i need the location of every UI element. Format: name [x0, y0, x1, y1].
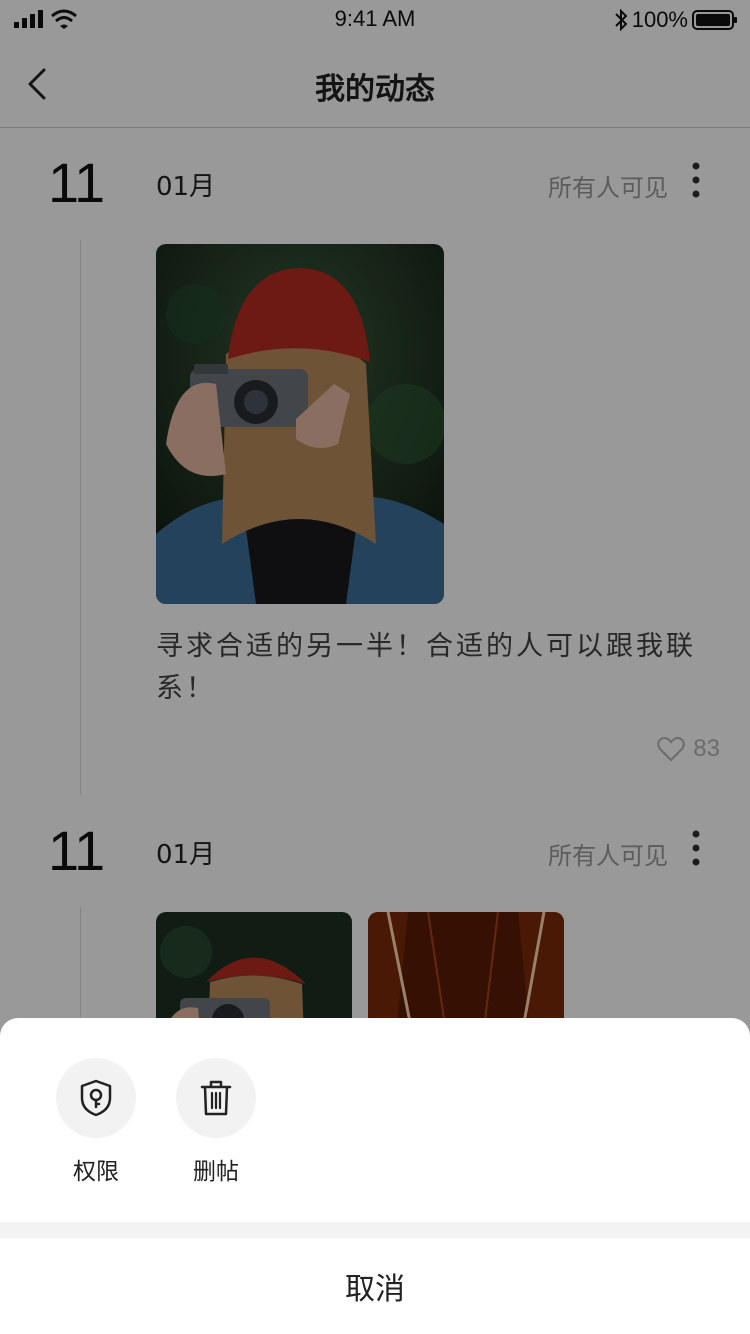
sheet-divider [0, 1222, 750, 1238]
permission-option[interactable]: 权限 [56, 1058, 136, 1186]
trash-icon [200, 1080, 232, 1116]
permission-label: 权限 [73, 1159, 119, 1185]
delete-button[interactable] [176, 1058, 256, 1138]
permission-button[interactable] [56, 1058, 136, 1138]
cancel-button[interactable]: 取消 [0, 1238, 750, 1334]
action-sheet: 权限 删帖 取消 [0, 1018, 750, 1334]
shield-key-icon [80, 1079, 112, 1117]
delete-option[interactable]: 删帖 [176, 1058, 256, 1186]
delete-label: 删帖 [193, 1159, 239, 1185]
